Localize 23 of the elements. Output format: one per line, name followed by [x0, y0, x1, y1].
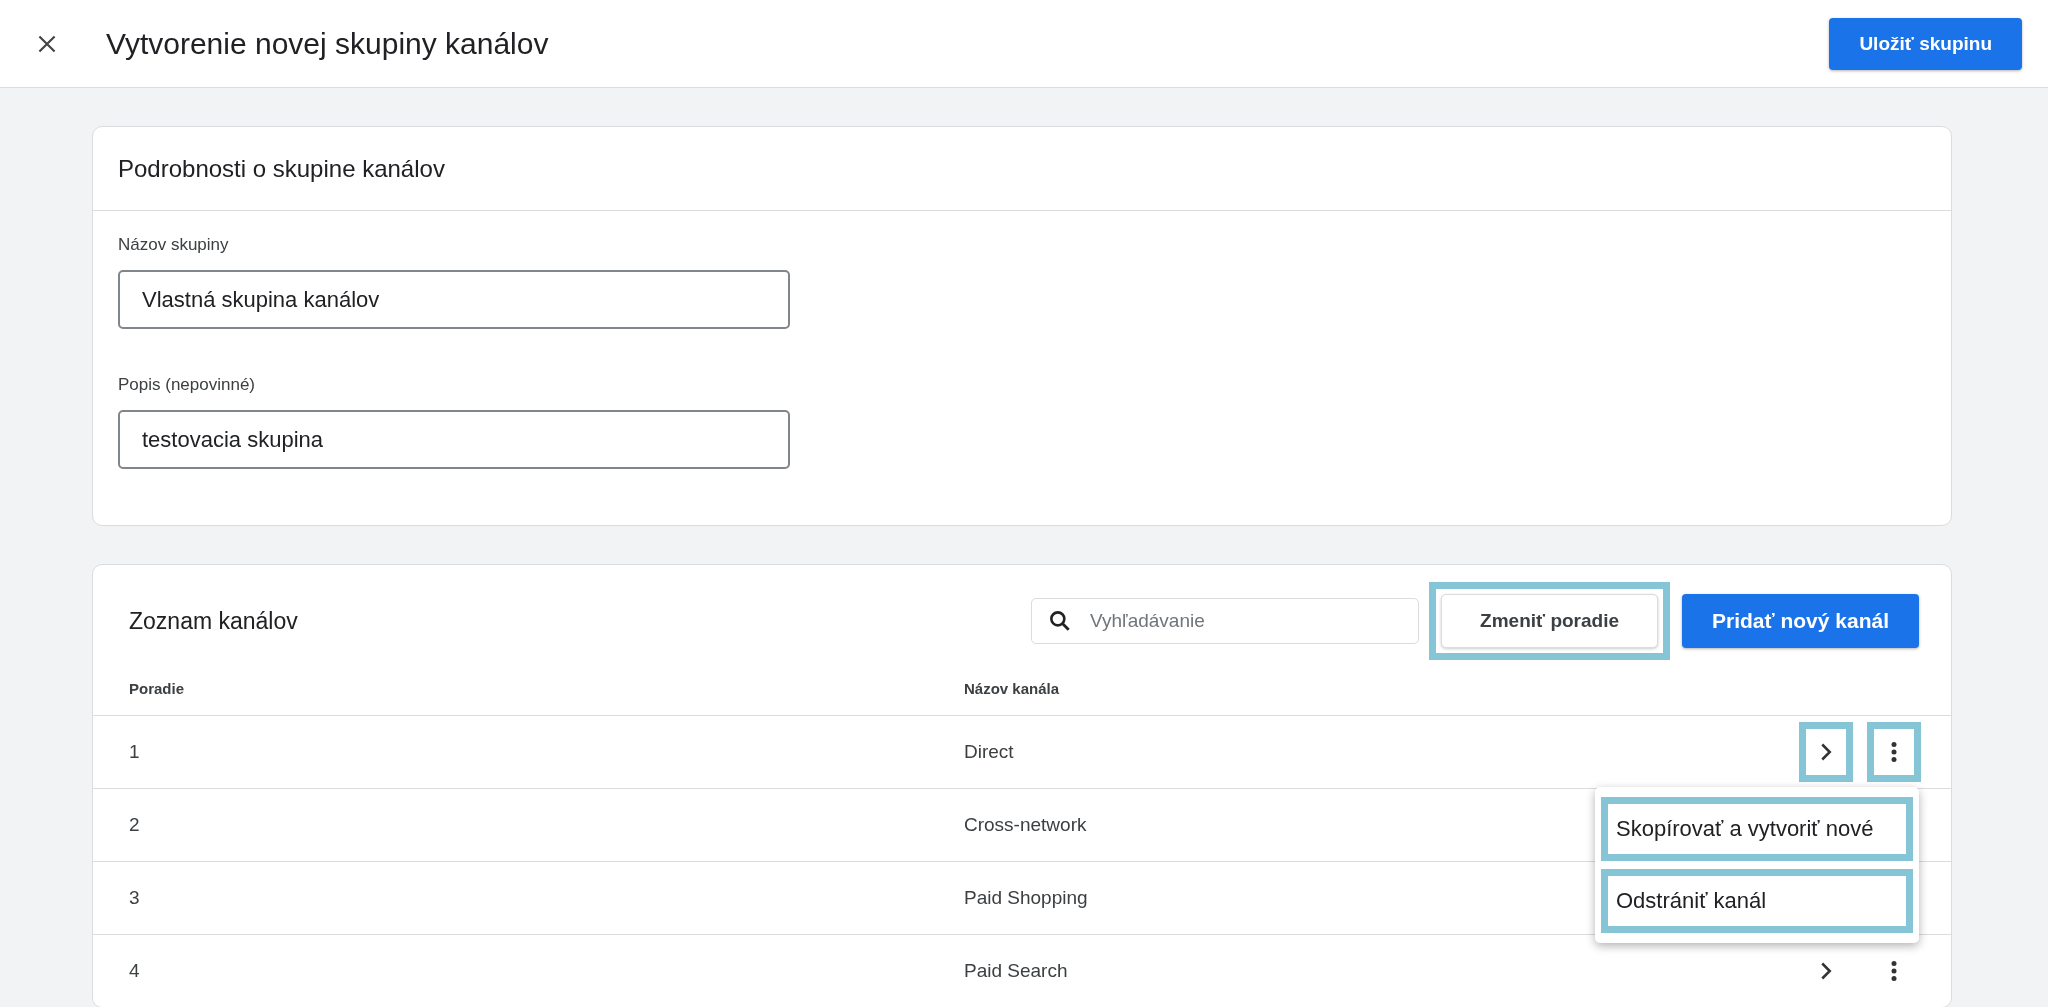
add-channel-button[interactable]: Pridať nový kanál — [1682, 594, 1919, 648]
page-title: Vytvorenie novej skupiny kanálov — [106, 26, 550, 61]
field-label: Názov skupiny — [118, 235, 230, 255]
card-title: Zoznam kanálov — [129, 607, 299, 635]
table-cell: Paid Search — [964, 960, 1068, 982]
reorder-button[interactable]: Zmeniť poradie — [1441, 594, 1659, 648]
table-cell-text: 3 — [129, 887, 141, 909]
table-cell: Cross-network — [964, 814, 1087, 836]
menu-item[interactable]: Odstrániť kanál — [1601, 869, 1913, 933]
menu-item[interactable]: Skopírovať a vytvoriť nové — [1601, 797, 1913, 861]
table-cell-text: 2 — [129, 814, 141, 836]
search-field[interactable]: Vyhľadávanie — [1031, 598, 1420, 644]
table-cell: Direct — [964, 741, 1014, 763]
text-input-field[interactable]: testovacia skupina — [118, 410, 790, 469]
field-label: Popis (nepovinné) — [118, 375, 257, 395]
table-cell-text: 4 — [129, 960, 141, 982]
table-cell: Paid Shopping — [964, 887, 1088, 909]
column-header: Poradie — [129, 679, 186, 697]
column-header: Názov kanála — [964, 679, 1060, 697]
save-group-button[interactable]: Uložiť skupinu — [1829, 17, 2022, 70]
card-title: Podrobnosti o skupine kanálov — [118, 154, 445, 183]
text-input-field[interactable]: Vlastná skupina kanálov — [118, 270, 790, 329]
table-cell-text: 1 — [129, 741, 141, 763]
